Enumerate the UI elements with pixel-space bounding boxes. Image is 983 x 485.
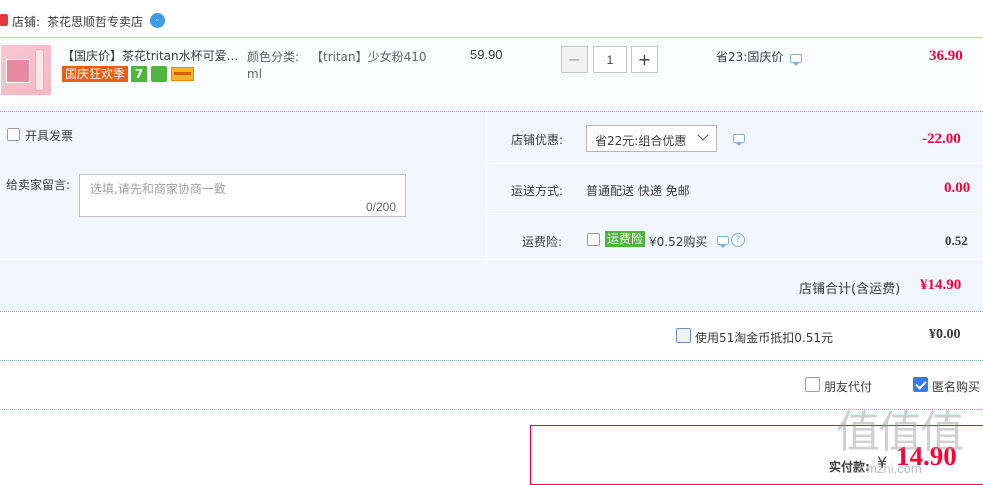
anonymous-label: 匿名购买: [932, 380, 981, 394]
shop-discount-selected: 省22元:组合优惠: [595, 134, 687, 148]
item-subtotal: 36.90: [929, 48, 963, 64]
quantity-input[interactable]: [593, 46, 627, 73]
freight-insurance-badge: 运费险: [605, 231, 646, 247]
shop-name-link[interactable]: 茶花思顺哲专卖店: [47, 13, 143, 30]
product-thumbnail[interactable]: [1, 45, 51, 95]
unit-price: 59.90: [470, 47, 503, 62]
item-discount: 省23:国庆价: [716, 50, 784, 64]
friend-pay-label: 朋友代付: [824, 380, 873, 394]
invoice-label: 开具发票: [25, 129, 74, 143]
anonymous-checkbox[interactable]: [913, 377, 928, 392]
watermark-logo: 值值值: [836, 407, 964, 458]
discount-info-icon[interactable]: [790, 54, 802, 66]
watermark-url: zhi.mzhi.com: [846, 461, 922, 476]
card-payment-icon: [171, 67, 194, 81]
promo-badge: 国庆狂欢季: [62, 66, 129, 82]
row-divider: [0, 360, 983, 361]
panel-divider: [486, 163, 983, 164]
shop-total-amount: ¥14.90: [920, 277, 962, 293]
help-icon[interactable]: ?: [731, 233, 745, 247]
coins-checkbox[interactable]: [676, 328, 691, 343]
shop-discount-select[interactable]: 省22元:组合优惠: [586, 125, 717, 152]
sku-value-cont: ml: [247, 67, 263, 81]
freight-insurance-checkbox[interactable]: [587, 233, 600, 246]
shop-label: 店铺:: [12, 15, 41, 29]
message-field[interactable]: 选填,请先和商家协商一致 0/200: [79, 174, 406, 217]
quantity-plus-button[interactable]: +: [631, 46, 658, 73]
wangwang-chat-icon[interactable]: ᵕ: [150, 13, 165, 28]
freight-insurance-price: ¥0.52购买: [649, 235, 708, 249]
shipping-amount: 0.00: [944, 180, 971, 196]
chat-icon[interactable]: [717, 236, 729, 248]
panel-divider: [0, 259, 983, 260]
shop-icon: [0, 14, 8, 26]
product-bottle-image: [35, 49, 44, 91]
coins-amount: ¥0.00: [929, 327, 961, 342]
guarantee-icon: [151, 66, 167, 82]
invoice-checkbox[interactable]: [7, 128, 20, 141]
sku-label: 颜色分类:: [247, 50, 300, 64]
product-title-link[interactable]: 【国庆价】茶花tritan水杯可爱...: [62, 47, 238, 64]
checkmark-icon: [915, 378, 927, 390]
discount-info-icon[interactable]: [733, 134, 745, 146]
coins-label: 使用51淘金币抵扣0.51元: [695, 331, 833, 345]
quantity-minus-button[interactable]: −: [561, 46, 588, 73]
freight-insurance-label: 运费险:: [522, 235, 563, 249]
panel-divider: [486, 213, 983, 214]
panel-divider-vertical: [486, 112, 487, 259]
friend-pay-checkbox[interactable]: [805, 377, 820, 392]
product-box-image: [6, 59, 30, 83]
message-placeholder: 选填,请先和商家协商一致: [90, 182, 226, 196]
message-label: 给卖家留言:: [6, 178, 71, 192]
chevron-down-icon: [697, 129, 709, 141]
message-counter: 0/200: [365, 200, 396, 214]
shipping-label: 运送方式:: [511, 184, 564, 198]
shop-discount-amount: -22.00: [922, 131, 961, 147]
shipping-method: 普通配送 快递 免邮: [586, 184, 690, 198]
row-divider: [0, 311, 983, 312]
sku-value: 【tritan】少女粉410: [311, 50, 427, 64]
quantity-stepper: − +: [561, 46, 658, 73]
shop-total-label: 店铺合计(含运费): [799, 282, 901, 297]
freight-insurance-amount: 0.52: [945, 233, 968, 248]
shop-discount-label: 店铺优惠:: [511, 133, 564, 147]
seven-day-return-icon: 7: [131, 66, 147, 82]
